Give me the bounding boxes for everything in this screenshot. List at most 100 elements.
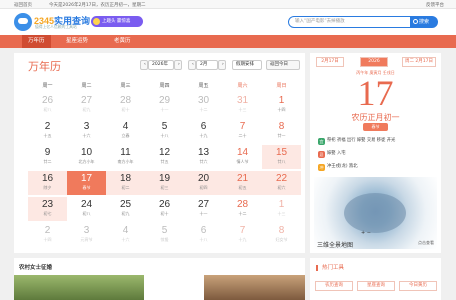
lunar-day: 十六 xyxy=(82,133,91,138)
top-bar: 返回首页 今天是2026年2月17日，农历正月初一，星期二 反馈平台 xyxy=(0,0,456,9)
calendar-day-cell[interactable]: 23 初七 xyxy=(28,197,67,221)
nav-almanac[interactable]: 老黄历 xyxy=(108,35,137,48)
calendar-day-cell[interactable]: 18 初二 xyxy=(106,171,145,195)
map-more-link[interactable]: 点击查看 xyxy=(418,240,434,246)
calendar-day-cell[interactable]: 6 十九 xyxy=(184,119,223,143)
lunar-day: 初九 xyxy=(121,211,130,216)
next-day-button[interactable]: 周二 2月17日 xyxy=(402,57,436,67)
ad-photo[interactable] xyxy=(204,275,305,300)
calendar-day-cell[interactable]: 17 春节 xyxy=(67,171,106,195)
calendar-day-cell[interactable]: 9 廿二 xyxy=(28,145,67,169)
calendar-day-cell[interactable]: 14 情人节 xyxy=(223,145,262,169)
calendar-day-cell[interactable]: 2 十四 xyxy=(28,223,67,247)
today-button[interactable]: 返回今日 xyxy=(266,60,300,70)
calendar-day-cell[interactable]: 25 初九 xyxy=(106,197,145,221)
calendar-day-cell[interactable]: 7 十九 xyxy=(223,223,262,247)
weekday-label: 周三 xyxy=(120,83,131,89)
site-logo[interactable]: 2345实用查询 值得上亿人信赖的工具站 xyxy=(14,13,90,33)
lunar-day: 初六 xyxy=(277,185,286,190)
day-number: 2 xyxy=(44,225,51,236)
calendar-day-cell[interactable]: 15 廿八 xyxy=(262,145,301,169)
panorama-map[interactable]: + − 三维全景地图 点击查看 xyxy=(314,177,437,249)
map-zoom-controls[interactable]: + − xyxy=(361,230,371,236)
tools-title: 热门工具 xyxy=(316,265,344,271)
year-select[interactable]: 2026年 xyxy=(148,60,174,70)
tool-button[interactable]: 今日黄历 xyxy=(399,281,437,291)
mascot-icon xyxy=(14,13,32,31)
chong-row: 冲冲壬戌(龙) 煞北 xyxy=(314,161,437,173)
calendar-day-cell[interactable]: 24 初八 xyxy=(67,197,106,221)
calendar-day-cell[interactable]: 22 初六 xyxy=(262,171,301,195)
ad-photo[interactable] xyxy=(14,275,144,300)
tool-button[interactable]: 星座查询 xyxy=(357,281,395,291)
calendar-day-cell[interactable]: 1 十四 xyxy=(262,93,301,117)
calendar-day-cell[interactable]: 20 初四 xyxy=(184,171,223,195)
calendar-day-cell[interactable]: 3 元宵节 xyxy=(67,223,106,247)
promo-badge[interactable]: 上趣头 赢惊喜 xyxy=(91,16,143,27)
section-title: 农村女士征婚 xyxy=(19,265,53,271)
calendar-day-cell[interactable]: 26 初八 xyxy=(28,93,67,117)
day-number: 2 xyxy=(44,121,51,132)
lunar-day: 十九 xyxy=(199,133,208,138)
calendar-day-cell[interactable]: 12 廿五 xyxy=(145,145,184,169)
calendar-day-cell[interactable]: 26 初十 xyxy=(145,197,184,221)
calendar-day-cell[interactable]: 27 初九 xyxy=(67,93,106,117)
day-number: 27 xyxy=(197,199,210,210)
calendar-day-cell[interactable]: 3 十六 xyxy=(67,119,106,143)
lunar-day: 初十 xyxy=(121,107,130,112)
ji-icon: 忌 xyxy=(318,151,325,158)
search-icon xyxy=(413,19,418,24)
calendar-day-cell[interactable]: 16 除夕 xyxy=(28,171,67,195)
month-select[interactable]: 2月 xyxy=(196,60,218,70)
day-number: 18 xyxy=(119,173,132,184)
prev-year-button[interactable]: ‹ xyxy=(140,60,148,70)
holiday-select[interactable]: 假期安排 xyxy=(232,60,262,70)
calendar-day-cell[interactable]: 1 十三 xyxy=(262,197,301,221)
hot-tools-panel: 热门工具 农历查询 星座查询 今日黄历 xyxy=(310,258,441,300)
calendar-day-cell[interactable]: 30 十二 xyxy=(184,93,223,117)
calendar-day-cell[interactable]: 8 廿一 xyxy=(262,119,301,143)
calendar-day-cell[interactable]: 5 惊蛰 xyxy=(145,223,184,247)
day-number: 19 xyxy=(158,173,171,184)
calendar-day-cell[interactable]: 21 初五 xyxy=(223,171,262,195)
calendar-day-cell[interactable]: 29 十一 xyxy=(145,93,184,117)
search-input[interactable]: 输入“国产电影”去掉播放 xyxy=(288,16,412,28)
day-number: 1 xyxy=(278,199,285,210)
calendar-day-cell[interactable]: 4 十六 xyxy=(106,223,145,247)
calendar-day-cell[interactable]: 19 初三 xyxy=(145,171,184,195)
calendar-day-cell[interactable]: 4 立春 xyxy=(106,119,145,143)
calendar-day-cell[interactable]: 27 十一 xyxy=(184,197,223,221)
lunar-day: 廿五 xyxy=(160,159,169,164)
nav-calendar[interactable]: 万年历 xyxy=(22,35,51,48)
calendar-day-cell[interactable]: 28 十二 xyxy=(223,197,262,221)
feedback-link[interactable]: 反馈平台 xyxy=(426,2,444,8)
next-month-button[interactable]: › xyxy=(218,60,226,70)
tool-button[interactable]: 农历查询 xyxy=(315,281,353,291)
lunar-day: 十三 xyxy=(238,107,247,112)
calendar-day-cell[interactable]: 31 十三 xyxy=(223,93,262,117)
day-detail-panel: 2月17日 2026 周二 2月17日 丙午年 庚寅月 壬戌日 17 农历正月初… xyxy=(310,53,441,253)
header: 2345实用查询 值得上亿人信赖的工具站 上趣头 赢惊喜 输入“国产电影”去掉播… xyxy=(0,9,456,35)
lunar-day: 十八 xyxy=(199,237,208,242)
calendar-day-cell[interactable]: 10 北方小年 xyxy=(67,145,106,169)
weekday-label: 周六 xyxy=(237,83,248,89)
day-number: 28 xyxy=(119,95,132,106)
day-number: 26 xyxy=(158,199,171,210)
calendar-day-cell[interactable]: 11 南方小年 xyxy=(106,145,145,169)
search-button[interactable]: 搜索 xyxy=(410,16,438,28)
nav-horoscope[interactable]: 星座运势 xyxy=(60,35,94,48)
back-home-link[interactable]: 返回首页 xyxy=(14,2,32,8)
calendar-day-cell[interactable]: 2 十五 xyxy=(28,119,67,143)
prev-month-button[interactable]: ‹ xyxy=(188,60,196,70)
calendar-day-cell[interactable]: 6 十八 xyxy=(184,223,223,247)
weekday-label: 周一 xyxy=(42,83,53,89)
next-year-button[interactable]: › xyxy=(174,60,182,70)
calendar-day-cell[interactable]: 28 初十 xyxy=(106,93,145,117)
day-number: 31 xyxy=(236,95,249,106)
calendar-day-cell[interactable]: 7 二十 xyxy=(223,119,262,143)
calendar-day-cell[interactable]: 8 妇女节 xyxy=(262,223,301,247)
main-nav: 万年历 星座运势 老黄历 xyxy=(0,35,456,48)
calendar-day-cell[interactable]: 5 十八 xyxy=(145,119,184,143)
prev-day-button[interactable]: 2月17日 xyxy=(316,57,344,67)
calendar-day-cell[interactable]: 13 廿六 xyxy=(184,145,223,169)
